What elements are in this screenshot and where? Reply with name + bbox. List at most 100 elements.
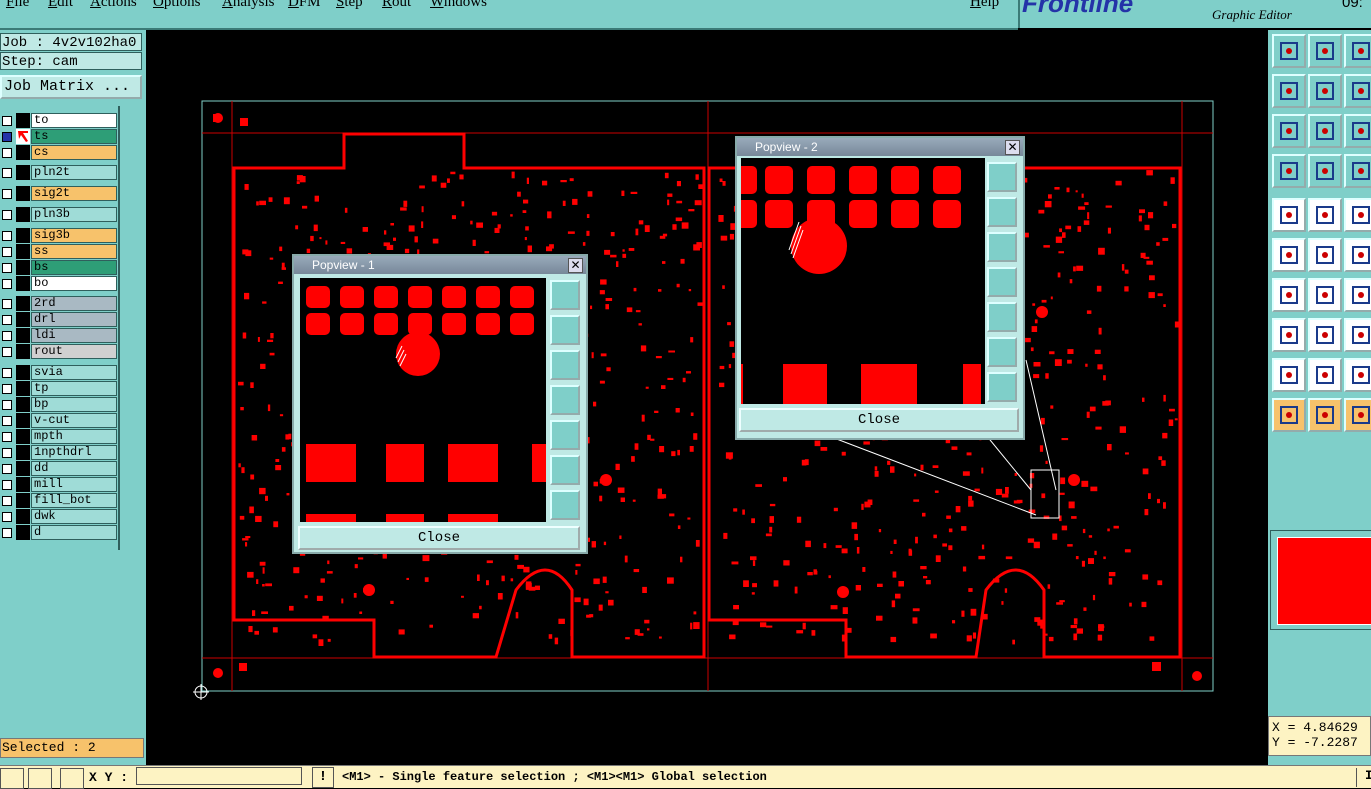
popview-1-pan-right-icon[interactable] [550, 420, 580, 450]
fit-icon[interactable] [1272, 114, 1306, 148]
save-icon[interactable] [1308, 34, 1342, 68]
popview-1-close-button[interactable]: Close [298, 526, 580, 550]
layer-name[interactable]: to [31, 113, 117, 128]
layer-checkbox[interactable] [2, 168, 12, 178]
layer-name[interactable]: dwk [31, 509, 117, 524]
popview-2-close-button[interactable]: Close [739, 408, 1019, 432]
arc-icon[interactable] [1344, 318, 1371, 352]
popview-2-pan-up-icon[interactable] [987, 197, 1017, 227]
net-icon[interactable] [1272, 238, 1306, 272]
layer-checkbox[interactable] [2, 512, 12, 522]
grid-view-icon[interactable] [1308, 154, 1342, 188]
layer-row-d[interactable]: d [0, 525, 117, 540]
layer-row-1npthdrl[interactable]: 1npthdrl [0, 445, 117, 460]
layer-checkbox[interactable] [2, 116, 12, 126]
layer-name[interactable]: sig3b [31, 228, 117, 243]
layer-name[interactable]: drl [31, 312, 117, 327]
layer-row-sig3b[interactable]: sig3b [0, 228, 117, 243]
layer-name[interactable]: bo [31, 276, 117, 291]
layer-name[interactable]: pln2t [31, 165, 117, 180]
graphic-canvas[interactable]: Popview - 1 ✕ Close Popview - 2 ✕ Close [146, 30, 1268, 765]
layer-row-ts[interactable]: ts [0, 129, 117, 144]
layer-row-pln3b[interactable]: pln3b [0, 207, 117, 222]
alert-icon[interactable]: ! [312, 767, 334, 788]
popview-2-canvas[interactable] [741, 158, 985, 404]
popview-1-pan-down-icon[interactable] [550, 350, 580, 380]
popview-2-pan-right-icon[interactable] [987, 302, 1017, 332]
layer-name[interactable]: ss [31, 244, 117, 259]
popview-2-zoom-out-icon[interactable] [987, 337, 1017, 367]
layer-affected-toggle[interactable] [16, 328, 30, 343]
popview-2-pan-down-icon[interactable] [987, 232, 1017, 262]
layer-row-dd[interactable]: dd [0, 461, 117, 476]
popview-2-pan-left-icon[interactable] [987, 267, 1017, 297]
pad-icon[interactable] [1272, 198, 1306, 232]
layer-affected-toggle[interactable] [16, 365, 30, 380]
layer-checkbox[interactable] [2, 480, 12, 490]
layer-row-drl[interactable]: drl [0, 312, 117, 327]
popview-1-zoom-in-icon[interactable] [550, 490, 580, 520]
ruler-icon[interactable] [1344, 198, 1371, 232]
pointer-icon[interactable] [1272, 398, 1306, 432]
layer-checkbox[interactable] [2, 496, 12, 506]
layer-checkbox[interactable] [2, 315, 12, 325]
layer-row-mpth[interactable]: mpth [0, 429, 117, 444]
layer-name[interactable]: 2rd [31, 296, 117, 311]
home-icon[interactable] [1344, 34, 1371, 68]
layer-affected-toggle[interactable] [16, 312, 30, 327]
menu-rout[interactable]: Rout [382, 0, 411, 11]
layer-name[interactable]: 1npthdrl [31, 445, 117, 460]
layer-affected-toggle[interactable] [16, 276, 30, 291]
menu-file[interactable]: File [6, 0, 29, 11]
vertex-icon[interactable] [1308, 358, 1342, 392]
layer-checkbox[interactable] [2, 299, 12, 309]
layer-affected-toggle[interactable] [16, 413, 30, 428]
popview-1-close-icon[interactable]: ✕ [568, 258, 583, 273]
job-matrix-button[interactable]: Job Matrix ... [0, 75, 142, 99]
layer-row-to[interactable]: to [0, 113, 117, 128]
layer-row-rout[interactable]: rout [0, 344, 117, 359]
layer-checkbox[interactable] [2, 368, 12, 378]
layer-row-bp[interactable]: bp [0, 397, 117, 412]
layer-name[interactable]: ldi [31, 328, 117, 343]
popview-1-pan-up-icon[interactable] [550, 315, 580, 345]
popview-2-zoom-in-icon[interactable] [987, 372, 1017, 402]
open-step-icon[interactable] [1272, 34, 1306, 68]
layer-affected-toggle[interactable] [16, 165, 30, 180]
triangle-icon[interactable] [1272, 358, 1306, 392]
layer-affected-toggle[interactable] [16, 461, 30, 476]
select-icon[interactable] [1308, 398, 1342, 432]
pad-add-icon[interactable] [1272, 318, 1306, 352]
layer-checkbox[interactable] [2, 263, 12, 273]
layer-row-dwk[interactable]: dwk [0, 509, 117, 524]
menu-dfm[interactable]: DFM [288, 0, 321, 11]
layer-checkbox[interactable] [2, 347, 12, 357]
popview-1-pan-left-icon[interactable] [550, 385, 580, 415]
layer-row-cs[interactable]: cs [0, 145, 117, 160]
layer-affected-toggle[interactable] [16, 344, 30, 359]
popview-1-zoom-out-icon[interactable] [550, 455, 580, 485]
select-box-icon[interactable] [1344, 398, 1371, 432]
layer-name[interactable]: mpth [31, 429, 117, 444]
tools-icon[interactable] [1272, 154, 1306, 188]
layer-affected-toggle[interactable] [16, 429, 30, 444]
undo-icon[interactable] [1344, 74, 1371, 108]
xy-input[interactable] [136, 767, 302, 785]
popview-1-zoom-icon[interactable] [550, 280, 580, 310]
menu-edit[interactable]: Edit [48, 0, 73, 11]
layer-name[interactable]: d [31, 525, 117, 540]
layer-row-bs[interactable]: bs [0, 260, 117, 275]
grid-icon[interactable] [60, 768, 84, 789]
segment-icon[interactable] [1308, 318, 1342, 352]
layer-checkbox[interactable] [2, 400, 12, 410]
menu-analysis[interactable]: Analysis [222, 0, 275, 11]
layer-row-bo[interactable]: bo [0, 276, 117, 291]
layer-affected-toggle[interactable] [16, 445, 30, 460]
line-icon[interactable] [1308, 278, 1342, 312]
popview-2-close-icon[interactable]: ✕ [1005, 140, 1020, 155]
layer-affected-toggle[interactable] [16, 296, 30, 311]
layer-affected-toggle[interactable] [16, 207, 30, 222]
layer-affected-toggle[interactable] [16, 381, 30, 396]
layer-affected-toggle[interactable] [16, 228, 30, 243]
menu-help[interactable]: Help [970, 0, 999, 11]
